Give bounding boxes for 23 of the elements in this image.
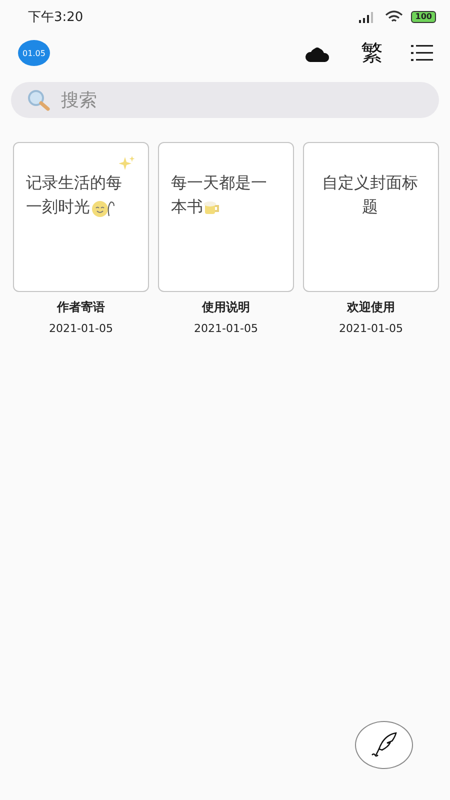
search-bar[interactable]: 搜索 bbox=[11, 82, 439, 118]
wifi-icon bbox=[385, 10, 404, 24]
status-time: 下午3:20 bbox=[28, 9, 84, 26]
search-icon bbox=[27, 89, 51, 111]
menu-icon[interactable] bbox=[411, 44, 433, 62]
book-title: 作者寄语 bbox=[57, 299, 105, 316]
book-date: 2021-01-05 bbox=[49, 322, 113, 335]
cover-text: 自定义封面标题 bbox=[321, 172, 419, 218]
book-cover[interactable]: 每一天都是一本书 bbox=[158, 142, 294, 292]
search-field[interactable]: 搜索 bbox=[59, 88, 423, 112]
cover-text: 记录生活的每一刻时光 bbox=[26, 171, 134, 220]
date-badge[interactable]: 01.05 bbox=[18, 40, 50, 66]
mug-sticker-icon bbox=[203, 200, 221, 216]
book-date: 2021-01-05 bbox=[194, 322, 258, 335]
traditional-chinese-toggle[interactable]: 繁 bbox=[361, 38, 383, 68]
book-cover[interactable]: 自定义封面标题 bbox=[303, 142, 439, 292]
sparkle-icon bbox=[119, 155, 135, 171]
book-title: 欢迎使用 bbox=[347, 299, 395, 316]
book-cover[interactable]: 记录生活的每一刻时光 bbox=[13, 142, 149, 292]
battery-level: 100 bbox=[411, 11, 436, 23]
cover-text: 每一天都是一本书 bbox=[171, 172, 268, 218]
book-date: 2021-01-05 bbox=[339, 322, 403, 335]
book-title: 使用说明 bbox=[202, 299, 250, 316]
